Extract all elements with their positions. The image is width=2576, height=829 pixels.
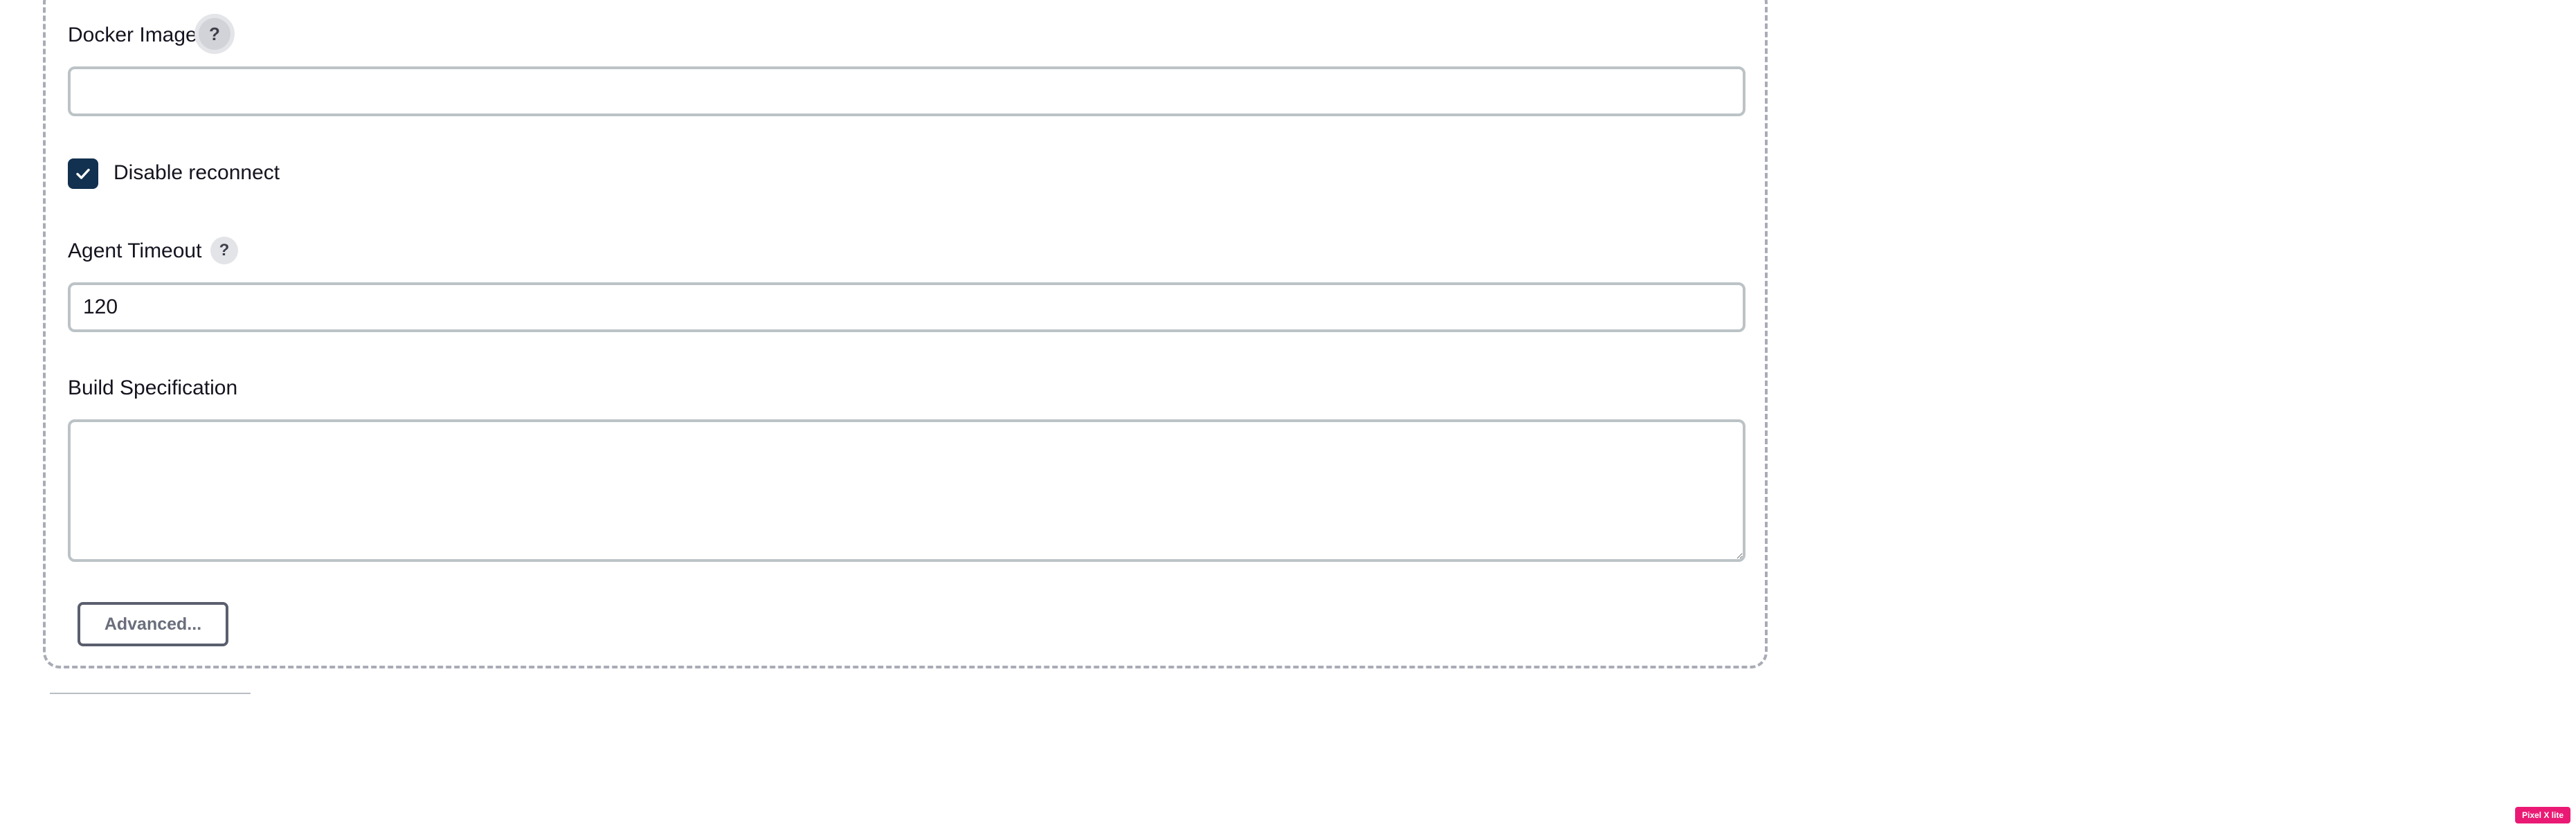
checkmark-icon xyxy=(76,168,90,179)
agent-timeout-input[interactable] xyxy=(68,282,1745,332)
agent-timeout-help-button[interactable]: ? xyxy=(210,237,238,264)
build-specification-textarea[interactable] xyxy=(68,419,1745,562)
build-specification-label: Build Specification xyxy=(68,376,238,399)
question-mark-icon: ? xyxy=(219,241,230,259)
docker-image-input[interactable] xyxy=(68,66,1745,116)
docker-image-help-button[interactable]: ? xyxy=(199,18,230,50)
disable-reconnect-label[interactable]: Disable reconnect xyxy=(114,161,280,185)
advanced-button[interactable]: Advanced... xyxy=(78,602,228,646)
question-mark-icon: ? xyxy=(209,23,220,44)
disable-reconnect-checkbox[interactable] xyxy=(68,158,98,189)
page: Docker Image ? Disable reconnect Agent T… xyxy=(0,0,2576,829)
section-divider xyxy=(50,693,251,694)
docker-image-label: Docker Image xyxy=(68,24,197,46)
agent-timeout-label: Agent Timeout xyxy=(68,239,202,262)
corner-badge: Pixel X lite xyxy=(2515,807,2570,823)
